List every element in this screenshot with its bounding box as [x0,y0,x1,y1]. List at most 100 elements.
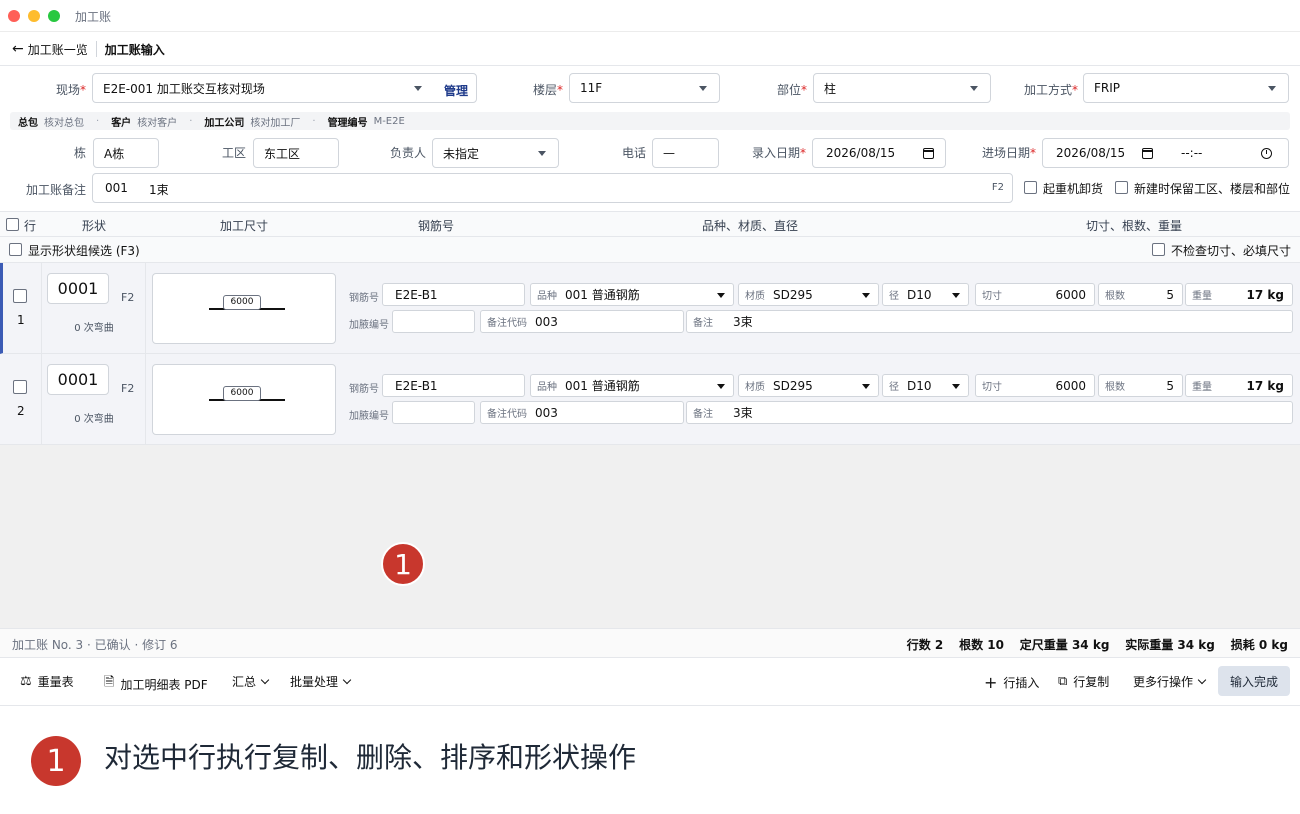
cut-input[interactable]: 切寸 6000 [975,374,1095,397]
crane-label: 起重机卸货 [1043,182,1104,196]
count-input[interactable]: 根数 5 [1098,283,1183,306]
part-select[interactable]: 柱 [813,73,991,103]
minimize-window-button[interactable] [28,10,40,22]
arrival-time-value[interactable]: --:-- [1181,146,1202,160]
weight-table-label: 重量表 [37,675,74,689]
summary-label: 汇总 [232,675,257,689]
note-field[interactable]: 001 1束 F2 [92,173,1013,203]
calendar-icon[interactable] [1142,148,1153,159]
insert-row-button[interactable]: + 行插入 [984,673,1039,692]
row-note-value: 3束 [733,406,753,420]
kind-select[interactable]: 品种 001 普通钢筋 [530,374,734,397]
close-window-button[interactable] [8,10,20,22]
no-check-checkbox[interactable] [1152,243,1165,256]
site-manage-button[interactable]: 管理 [444,82,468,99]
info-key: 总包 [18,117,38,129]
pdf-button[interactable]: 🗎 加工明细表 PDF [104,673,208,695]
header-shape: 形状 [82,219,107,233]
entry-date-label: 录入日期* [751,146,806,160]
material-select[interactable]: 材质 SD295 [738,374,879,397]
clock-icon[interactable] [1261,148,1272,159]
select-all-checkbox[interactable] [6,218,19,231]
material-select[interactable]: 材质 SD295 [738,283,879,306]
page-title: 加工账输入 [104,42,165,57]
info-value: 核对客户 [137,117,178,129]
method-value: FRIP [1094,81,1121,95]
shape-drawing[interactable]: 6000 [152,364,336,435]
rebar-no-input[interactable]: E2E-B1 [382,283,525,306]
building-value: A栋 [104,146,125,161]
row-checkbox[interactable] [13,289,27,303]
back-button[interactable]: ← 加工账一览 [12,41,88,58]
summary-menu[interactable]: 汇总 [232,673,270,690]
shape-code-input[interactable]: 0001 [47,364,109,395]
show-candidates-checkbox[interactable] [9,243,22,256]
keep-checkbox[interactable] [1115,181,1128,194]
header-cut: 切寸、根数、重量 [1086,219,1183,233]
row-checkbox[interactable] [13,380,27,394]
arrow-left-icon: ← [12,41,24,57]
method-select[interactable]: FRIP [1083,73,1289,103]
table-row[interactable]: 1 0001 F2 0 次弯曲 6000 钢筋号 E2E-B1 品种 001 普通… [0,263,1300,354]
totals: 行数 2 根数 10 定尺重量 34 kg 实际重量 34 kg 损耗 0 kg [907,636,1288,653]
row-note-value: 3束 [733,315,753,329]
diameter-select[interactable]: 径 D10 [882,283,969,306]
diameter-label: 径 [889,382,899,393]
copy-row-button[interactable]: ⧉ 行复制 [1058,673,1109,690]
note-code-input[interactable]: 备注代码 003 [480,310,684,333]
note-code-value: 003 [535,405,558,420]
phone-field[interactable]: — [652,138,719,168]
person-select[interactable]: 未指定 [432,138,559,168]
diameter-select[interactable]: 径 D10 [882,374,969,397]
header-rebar-no: 钢筋号 [418,219,455,233]
chevron-down-icon [862,293,870,298]
calendar-icon[interactable] [923,148,934,159]
row-note-input[interactable]: 备注 3束 [686,310,1293,333]
maximize-window-button[interactable] [48,10,60,22]
note-code-input[interactable]: 备注代码 003 [480,401,684,424]
entry-date-field[interactable]: 2026/08/15 [812,138,946,168]
cut-input[interactable]: 切寸 6000 [975,283,1095,306]
note-code-value: 003 [535,314,558,329]
annotation-caption: 对选中行执行复制、删除、排序和形状操作 [104,741,637,774]
status-bar: 加工账 No. 3 · 已确认 · 修订 6 行数 2 根数 10 定尺重量 3… [0,628,1300,658]
cut-value: 6000 [1055,378,1086,393]
haunch-input[interactable] [392,310,475,333]
building-field[interactable]: A栋 [93,138,159,168]
more-row-actions-menu[interactable]: 更多行操作 [1133,673,1207,690]
weight-table-button[interactable]: ⚖ 重量表 [20,673,74,690]
count-input[interactable]: 根数 5 [1098,374,1183,397]
material-label: 材质 [745,382,765,393]
dimension-label[interactable]: 6000 [223,295,261,310]
cut-label: 切寸 [982,291,1002,302]
empty-table-area[interactable]: 1 [0,445,1300,628]
kind-select[interactable]: 品种 001 普通钢筋 [530,283,734,306]
site-select[interactable]: E2E-001 加工账交互核对现场 管理 [92,73,477,103]
floor-value: 11F [580,81,603,95]
dimension-label[interactable]: 6000 [223,386,261,401]
floor-select[interactable]: 11F [569,73,720,103]
weight-value: 17 kg [1246,378,1284,393]
shape-code-input[interactable]: 0001 [47,273,109,304]
chevron-down-icon [970,86,978,91]
zone-field[interactable]: 东工区 [253,138,339,168]
table-row[interactable]: 2 0001 F2 0 次弯曲 6000 钢筋号 E2E-B1 品种 001 普通… [0,354,1300,445]
shape-drawing[interactable]: 6000 [152,273,336,344]
header-row: 行 [24,219,37,233]
arrival-date-field[interactable]: 2026/08/15 --:-- [1042,138,1289,168]
row-note-input[interactable]: 备注 3束 [686,401,1293,424]
weight-value: 17 kg [1246,287,1284,302]
chevron-down-icon [414,86,422,91]
input-done-button[interactable]: 输入完成 [1218,666,1290,696]
rebar-no-input[interactable]: E2E-B1 [382,374,525,397]
pdf-label: 加工明细表 PDF [120,677,208,692]
shortcut-hint: F2 [121,382,135,395]
batch-menu[interactable]: 批量处理 [290,673,352,690]
haunch-label: 加腋编号 [349,320,389,331]
rebar-no-value: E2E-B1 [395,287,438,302]
haunch-input[interactable] [392,401,475,424]
rebar-no-value: E2E-B1 [395,378,438,393]
part-label: 部位* [776,83,807,97]
cut-label: 切寸 [982,382,1002,393]
crane-checkbox[interactable] [1024,181,1037,194]
